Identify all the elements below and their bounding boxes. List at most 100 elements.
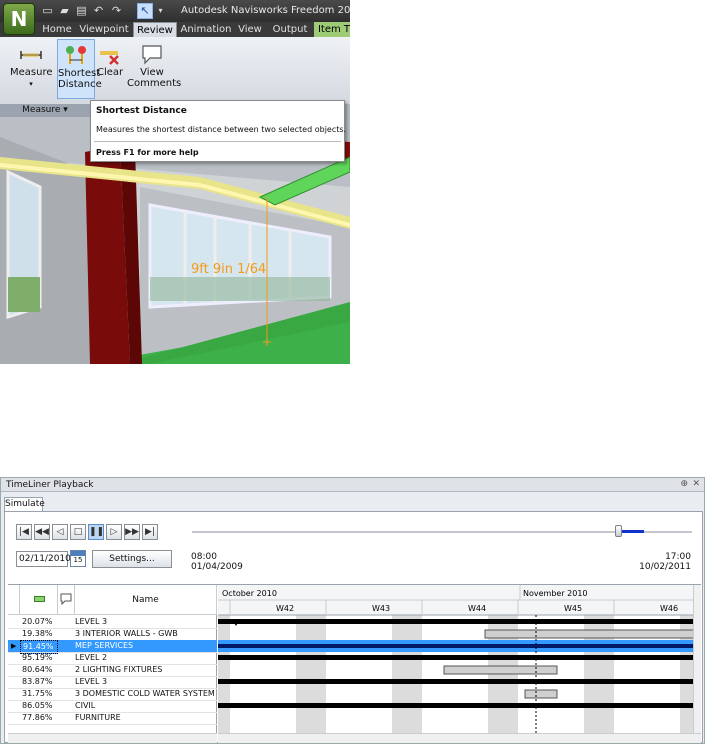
step-forward-keyframe-icon[interactable]: ▶▶ xyxy=(124,524,140,540)
play-icon[interactable]: ▷ xyxy=(106,524,122,540)
table-row[interactable]: 86.05% CIVIL xyxy=(8,700,217,712)
clear-icon xyxy=(100,51,119,65)
range-start-time: 08:00 xyxy=(191,552,217,562)
measure-button[interactable]: Measure ▾ xyxy=(10,39,53,99)
table-row[interactable]: 31.75% 3 DOMESTIC COLD WATER SYSTEM xyxy=(8,688,217,700)
playback-slider-fill xyxy=(622,530,644,533)
week-label: W44 xyxy=(468,604,486,613)
settings-button[interactable]: Settings... xyxy=(92,550,172,568)
tab-item-tools[interactable]: Item T xyxy=(314,22,350,37)
pause-icon[interactable]: ❚❚ xyxy=(88,524,104,540)
measure-panel-title[interactable]: Measure ▾ xyxy=(0,104,90,117)
view-comments-button[interactable]: View Comments xyxy=(127,39,181,99)
redo-icon[interactable]: ↷ xyxy=(110,4,123,17)
new-file-icon[interactable]: ▭ xyxy=(41,4,54,17)
task-name: 3 DOMESTIC COLD WATER SYSTEM xyxy=(75,689,215,698)
current-row-indicator-icon: ▶ xyxy=(11,642,17,650)
name-column-header[interactable]: Name xyxy=(75,585,217,615)
table-row[interactable]: 20.07% LEVEL 3 xyxy=(8,616,217,628)
week-label: W43 xyxy=(372,604,390,613)
window-title: Autodesk Navisworks Freedom 2012 TRA xyxy=(181,5,350,16)
application-menu-button[interactable]: N xyxy=(3,3,35,35)
progress-icon xyxy=(34,596,45,602)
gantt-horizontal-scrollbar[interactable] xyxy=(218,733,701,743)
comment-icon xyxy=(60,593,72,605)
row-divider xyxy=(8,724,217,725)
clear-label: Clear xyxy=(97,67,124,78)
table-row[interactable]: 95.19% LEVEL 2 xyxy=(8,652,217,664)
gantt-render: October 2010 November 2010 W42 W43 W44 W45 W46 xyxy=(218,585,701,733)
table-row[interactable]: ▶ 91.45% MEP SERVICES xyxy=(8,640,217,654)
pin-icon[interactable]: ⊕ xyxy=(680,479,688,489)
playback-slider-thumb[interactable] xyxy=(615,525,622,537)
select-icon[interactable]: ↖ xyxy=(137,3,153,19)
summary-bar xyxy=(218,703,701,708)
measure-icon xyxy=(20,51,42,59)
task-name: LEVEL 2 xyxy=(75,653,108,662)
task-name: LEVEL 3 xyxy=(75,617,108,626)
progress-value: 77.86% xyxy=(22,713,53,722)
tooltip-title: Shortest Distance xyxy=(96,106,187,116)
vertical-scrollbar[interactable] xyxy=(693,585,701,733)
skip-start-icon[interactable]: |◀ xyxy=(16,524,32,540)
shortest-distance-label-1: Shortest xyxy=(58,68,101,79)
undo-icon[interactable]: ↶ xyxy=(92,4,105,17)
dropdown-arrow-icon[interactable]: ▾ xyxy=(154,4,167,17)
task-name: LEVEL 3 xyxy=(75,677,108,686)
weekend-shade xyxy=(296,615,326,733)
clear-button[interactable]: Clear xyxy=(97,39,123,99)
navisworks-window: N ▭ ▰ ▤ ↶ ↷ ↖ ▾ Autodesk Navisworks Free… xyxy=(0,0,350,364)
table-horizontal-scrollbar[interactable] xyxy=(8,733,217,743)
tab-simulate[interactable]: Simulate xyxy=(4,497,45,511)
title-bar: N ▭ ▰ ▤ ↶ ↷ ↖ ▾ Autodesk Navisworks Free… xyxy=(0,0,350,35)
stop-icon[interactable]: □ xyxy=(70,524,86,540)
skip-end-icon[interactable]: ▶| xyxy=(142,524,158,540)
tab-home[interactable]: Home xyxy=(40,22,74,37)
print-icon[interactable]: ▤ xyxy=(75,4,88,17)
row-header-corner xyxy=(8,585,20,615)
table-row[interactable]: 77.86% FURNITURE xyxy=(8,712,217,724)
tooltip-description: Measures the shortest distance between t… xyxy=(96,125,347,134)
range-end-time: 17:00 xyxy=(665,552,691,562)
measure-label: Measure xyxy=(10,67,53,78)
step-back-keyframe-icon[interactable]: ◀◀ xyxy=(34,524,50,540)
table-row[interactable]: 19.38% 3 INTERIOR WALLS - GWB xyxy=(8,628,217,640)
gantt-chart[interactable]: October 2010 November 2010 W42 W43 W44 W45 W46 xyxy=(218,585,701,743)
progress-value: 83.87% xyxy=(22,677,53,686)
step-back-icon[interactable]: ◁ xyxy=(52,524,68,540)
measure-dropdown-icon: ▾ xyxy=(29,80,33,88)
task-name: 3 INTERIOR WALLS - GWB xyxy=(75,629,178,638)
month-label: November 2010 xyxy=(523,589,588,598)
week-label: W42 xyxy=(276,604,294,613)
tab-view[interactable]: View xyxy=(235,22,265,37)
calendar-day: 15 xyxy=(73,556,83,564)
calendar-icon[interactable]: 15 xyxy=(70,550,86,567)
open-file-icon[interactable]: ▰ xyxy=(58,4,71,17)
tooltip-divider xyxy=(94,141,341,142)
table-row[interactable]: 80.64% 2 LIGHTING FIXTURES xyxy=(8,664,217,676)
shortest-distance-tooltip: Shortest Distance Measures the shortest … xyxy=(90,100,347,162)
range-start-date: 01/04/2009 xyxy=(191,562,243,572)
table-row[interactable]: 83.87% LEVEL 3 xyxy=(8,676,217,688)
comment-column-header[interactable] xyxy=(58,585,75,615)
close-icon[interactable]: ✕ xyxy=(692,479,700,489)
task-grid: Name 20.07% LEVEL 3 19.38% 3 INTERIOR WALLS… xyxy=(8,584,701,743)
date-field[interactable]: 02/11/2010 xyxy=(16,551,71,567)
month-header xyxy=(218,585,701,600)
summary-bar xyxy=(218,679,701,684)
shortest-distance-button[interactable]: Shortest Distance xyxy=(57,39,102,99)
month-label: October 2010 xyxy=(222,589,277,598)
tab-review[interactable]: Review xyxy=(133,22,177,37)
ribbon-tabs: Home Viewpoint Review Animation View Out… xyxy=(0,22,350,37)
task-name: 2 LIGHTING FIXTURES xyxy=(75,665,163,674)
tab-viewpoint[interactable]: Viewpoint xyxy=(78,22,130,37)
range-end-date: 10/02/2011 xyxy=(639,562,691,572)
tab-output[interactable]: Output xyxy=(269,22,311,37)
summary-bar xyxy=(218,655,701,660)
task-name: FURNITURE xyxy=(75,713,121,722)
progress-column-header[interactable] xyxy=(20,585,58,615)
progress-value: 95.19% xyxy=(22,653,53,662)
tab-animation[interactable]: Animation xyxy=(180,22,232,37)
shortest-distance-icon xyxy=(66,46,86,64)
simulate-panel: |◀ ◀◀ ◁ □ ❚❚ ▷ ▶▶ ▶| 02/11/2010 15 Setti… xyxy=(4,511,703,743)
